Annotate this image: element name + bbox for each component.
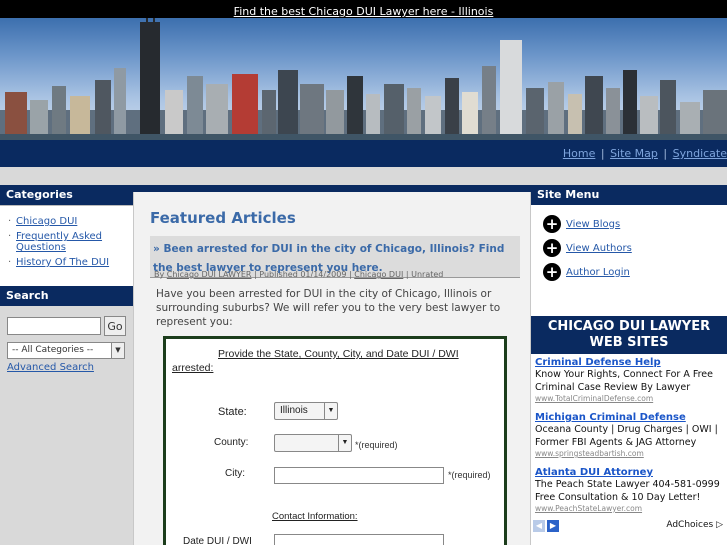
advanced-search-link[interactable]: Advanced Search <box>7 362 126 373</box>
nav-links: Home | Site Map | Syndicate <box>563 147 727 160</box>
search-heading: Search <box>0 286 133 306</box>
city-label: City: <box>225 468 245 479</box>
county-required-note: *(required) <box>355 440 398 450</box>
view-blogs-link[interactable]: View Blogs <box>566 219 620 230</box>
left-sidebar: Categories Chicago DUI Frequently Asked … <box>0 185 133 545</box>
site-menu-item-blogs[interactable]: + View Blogs <box>543 215 727 233</box>
byline-published: | Published 01/14/2009 | <box>254 270 352 279</box>
chevron-down-icon: ▼ <box>338 435 351 451</box>
ad-title-link[interactable]: Atlanta DUI Attorney <box>535 467 723 478</box>
categories-list: Chicago DUI Frequently Asked Questions H… <box>0 205 133 286</box>
ad-text: Know Your Rights, Connect For A Free Cri… <box>535 369 713 393</box>
byline-rating: | Unrated <box>405 270 444 279</box>
page-title: Featured Articles <box>150 209 296 227</box>
search-input[interactable] <box>7 317 101 335</box>
category-select[interactable]: -- All Categories -- ▼ <box>7 342 125 359</box>
nav-syndicate-link[interactable]: Syndicate <box>673 147 727 160</box>
site-menu-heading: Site Menu <box>531 185 727 205</box>
chevron-down-icon: ▼ <box>324 403 337 419</box>
ad-item: Michigan Criminal Defense Oceana County … <box>531 409 727 458</box>
category-link[interactable]: Chicago DUI <box>16 216 77 227</box>
adchoices-link[interactable]: AdChoices ▷ <box>666 520 723 530</box>
center-top-band <box>133 185 531 192</box>
ad-url-link[interactable]: www.springsteadbartish.com <box>535 449 723 458</box>
top-promo-bar: Find the best Chicago DUI Lawyer here - … <box>0 0 727 18</box>
nav-sitemap-link[interactable]: Site Map <box>610 147 658 160</box>
county-select[interactable]: ▼ <box>274 434 352 452</box>
ad-text: The Peach State Lawyer 404-581-0999 Free… <box>535 479 720 503</box>
article-byline: By Chicago DUI LAWYER | Published 01/14/… <box>154 270 443 279</box>
nav-separator: | <box>663 147 668 160</box>
ad-item: Criminal Defense Help Know Your Rights, … <box>531 354 727 403</box>
top-promo-link[interactable]: Find the best Chicago DUI Lawyer here - … <box>234 5 494 18</box>
site-menu-item-login[interactable]: + Author Login <box>543 263 727 281</box>
ad-item: Atlanta DUI Attorney The Peach State Law… <box>531 464 727 513</box>
nav-home-link[interactable]: Home <box>563 147 595 160</box>
ad-title-link[interactable]: Criminal Defense Help <box>535 357 723 368</box>
date-label: Date DUI / DWI <box>183 536 252 545</box>
spacer <box>0 167 727 185</box>
intro-text: Have you been arrested for DUI in the ci… <box>156 288 501 328</box>
list-item: History Of The DUI <box>8 257 133 268</box>
main-content: Featured Articles » Been arrested for DU… <box>133 192 531 545</box>
skyline-banner <box>0 18 727 140</box>
ad-url-link[interactable]: www.PeachStateLawyer.com <box>535 504 723 513</box>
prev-arrow-icon[interactable]: ◀ <box>533 520 545 532</box>
author-link[interactable]: Chicago DUI LAWYER <box>167 270 252 279</box>
author-login-link[interactable]: Author Login <box>566 267 630 278</box>
next-arrow-icon[interactable]: ▶ <box>547 520 559 532</box>
ad-url-link[interactable]: www.TotalCriminalDefense.com <box>535 394 723 403</box>
ad-footer: ◀ ▶ AdChoices ▷ <box>531 519 727 533</box>
state-label: State: <box>218 406 247 418</box>
nav-separator: | <box>600 147 605 160</box>
skyline-image <box>0 18 727 140</box>
list-item: Chicago DUI <box>8 216 133 227</box>
state-select-value: Illinois <box>280 405 308 416</box>
form-heading: Provide the State, County, City, and Dat… <box>172 348 459 374</box>
category-link[interactable]: History Of The DUI <box>16 257 109 268</box>
category-link[interactable]: Chicago DUI <box>354 270 403 279</box>
view-authors-link[interactable]: View Authors <box>566 243 632 254</box>
search-box: Go -- All Categories -- ▼ Advanced Searc… <box>0 306 133 383</box>
plus-circle-icon: + <box>543 215 561 233</box>
nav-bar: Home | Site Map | Syndicate <box>0 140 727 167</box>
site-menu: + View Blogs + View Authors + Author Log… <box>531 205 727 316</box>
city-input[interactable] <box>274 467 444 484</box>
ad-title-link[interactable]: Michigan Criminal Defense <box>535 412 723 423</box>
city-required-note: *(required) <box>448 470 491 480</box>
search-row: Go <box>7 316 126 336</box>
site-menu-item-authors[interactable]: + View Authors <box>543 239 727 257</box>
plus-circle-icon: + <box>543 263 561 281</box>
chevron-down-icon: ▼ <box>111 343 124 358</box>
ad-text: Oceana County | Drug Charges | OWI | For… <box>535 424 718 448</box>
right-sidebar: Site Menu + View Blogs + View Authors + … <box>531 185 727 545</box>
contact-info-label: Contact Information: <box>272 511 358 522</box>
county-label: County: <box>214 437 249 448</box>
byline-by: By <box>154 270 165 279</box>
state-select[interactable]: Illinois ▼ <box>274 402 338 420</box>
category-select-value: -- All Categories -- <box>12 345 94 355</box>
ads-heading: CHICAGO DUI LAWYER WEB SITES <box>531 316 727 354</box>
categories-heading: Categories <box>0 185 133 205</box>
list-item: Frequently Asked Questions <box>8 231 133 253</box>
referral-form: Provide the State, County, City, and Dat… <box>163 336 507 545</box>
go-button[interactable]: Go <box>104 316 126 336</box>
date-input[interactable] <box>274 534 444 545</box>
plus-circle-icon: + <box>543 239 561 257</box>
category-link[interactable]: Frequently Asked Questions <box>16 231 102 253</box>
